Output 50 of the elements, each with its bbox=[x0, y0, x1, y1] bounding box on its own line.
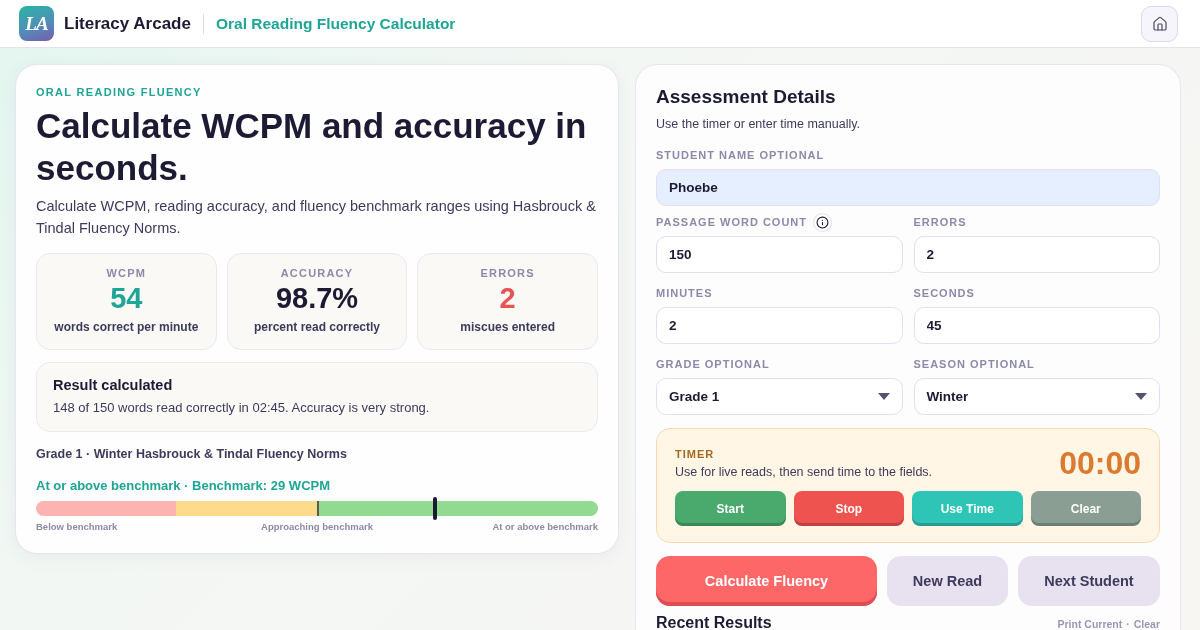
field-label: SEASON OPTIONAL bbox=[913, 358, 1035, 370]
field-label: MINUTES bbox=[656, 287, 713, 299]
field-label: STUDENT NAME OPTIONAL bbox=[656, 149, 825, 161]
panel-subtitle: Use the timer or enter time manually. bbox=[656, 117, 861, 131]
timer-display: 00:00 bbox=[1059, 445, 1141, 481]
caret-icon bbox=[877, 393, 890, 400]
caret-icon bbox=[1135, 393, 1147, 400]
field-label: GRADE OPTIONAL bbox=[656, 358, 770, 370]
field-label: ERRORS bbox=[913, 216, 967, 228]
stat-value: 98.7% bbox=[275, 281, 359, 315]
timer-label: TIMER bbox=[675, 448, 716, 460]
eyebrow-label: ORAL READING FLUENCY bbox=[36, 86, 203, 98]
stat-label: ACCURACY bbox=[280, 267, 354, 279]
intro-description: Calculate WCPM, reading accuracy, and fluency benchmark ranges using Hasbrouck & Tindal Fluency Norms. bbox=[36, 197, 597, 238]
number-input[interactable]: 2 bbox=[656, 307, 903, 344]
number-input[interactable]: 150 bbox=[656, 236, 903, 273]
norms-title: Grade 1 · Winter Hasbrouck & Tindal Fluency Norms bbox=[36, 447, 348, 461]
field-label: SECONDS bbox=[913, 287, 975, 299]
timer-hint: Use for live reads, then send time to the fields. bbox=[675, 465, 933, 479]
name-input[interactable]: Phoebe bbox=[656, 169, 1160, 206]
benchmark-tick bbox=[317, 501, 319, 516]
brand-name: Literacy Arcade bbox=[64, 13, 191, 34]
result-message: 148 of 150 words read correctly in 02:45. Accuracy is very strong. bbox=[53, 400, 431, 415]
main-heading: Calculate WCPM and accuracy in seconds. bbox=[36, 105, 588, 189]
zone-label: Below benchmark bbox=[36, 521, 119, 532]
action-button[interactable]: New Read bbox=[887, 556, 1008, 606]
stat-caption: words correct per minute bbox=[54, 320, 199, 334]
stat-value: 2 bbox=[499, 281, 516, 315]
action-button[interactable]: Next Student bbox=[1018, 556, 1160, 606]
result-title: Result calculated bbox=[53, 377, 174, 393]
field-label: PASSAGE WORD COUNT bbox=[656, 216, 808, 228]
select-field[interactable]: Grade 1 bbox=[656, 378, 903, 415]
select-field[interactable]: Winter bbox=[913, 378, 1160, 415]
number-input[interactable]: 45 bbox=[913, 307, 1160, 344]
number-input[interactable]: 2 bbox=[913, 236, 1160, 273]
logo-mark: LA bbox=[19, 6, 54, 41]
stat-value: 54 bbox=[110, 281, 143, 315]
home-button[interactable] bbox=[1141, 5, 1178, 42]
panel-title: Assessment Details bbox=[656, 85, 837, 109]
benchmark-status: At or above benchmark · Benchmark: 29 WCPM bbox=[36, 478, 332, 493]
link-separator: · bbox=[1126, 618, 1130, 630]
stat-caption: miscues entered bbox=[460, 320, 555, 334]
zone-label: Approaching benchmark bbox=[261, 521, 373, 532]
stat-label: WCPM bbox=[106, 267, 147, 279]
home-icon bbox=[1151, 15, 1168, 32]
stat-caption: percent read correctly bbox=[253, 320, 380, 334]
stat-label: ERRORS bbox=[480, 267, 535, 279]
section-title: Recent Results bbox=[656, 614, 772, 630]
page-title: Oral Reading Fluency Calculator bbox=[215, 14, 456, 33]
zone-label: At or above benchmark bbox=[491, 521, 598, 532]
